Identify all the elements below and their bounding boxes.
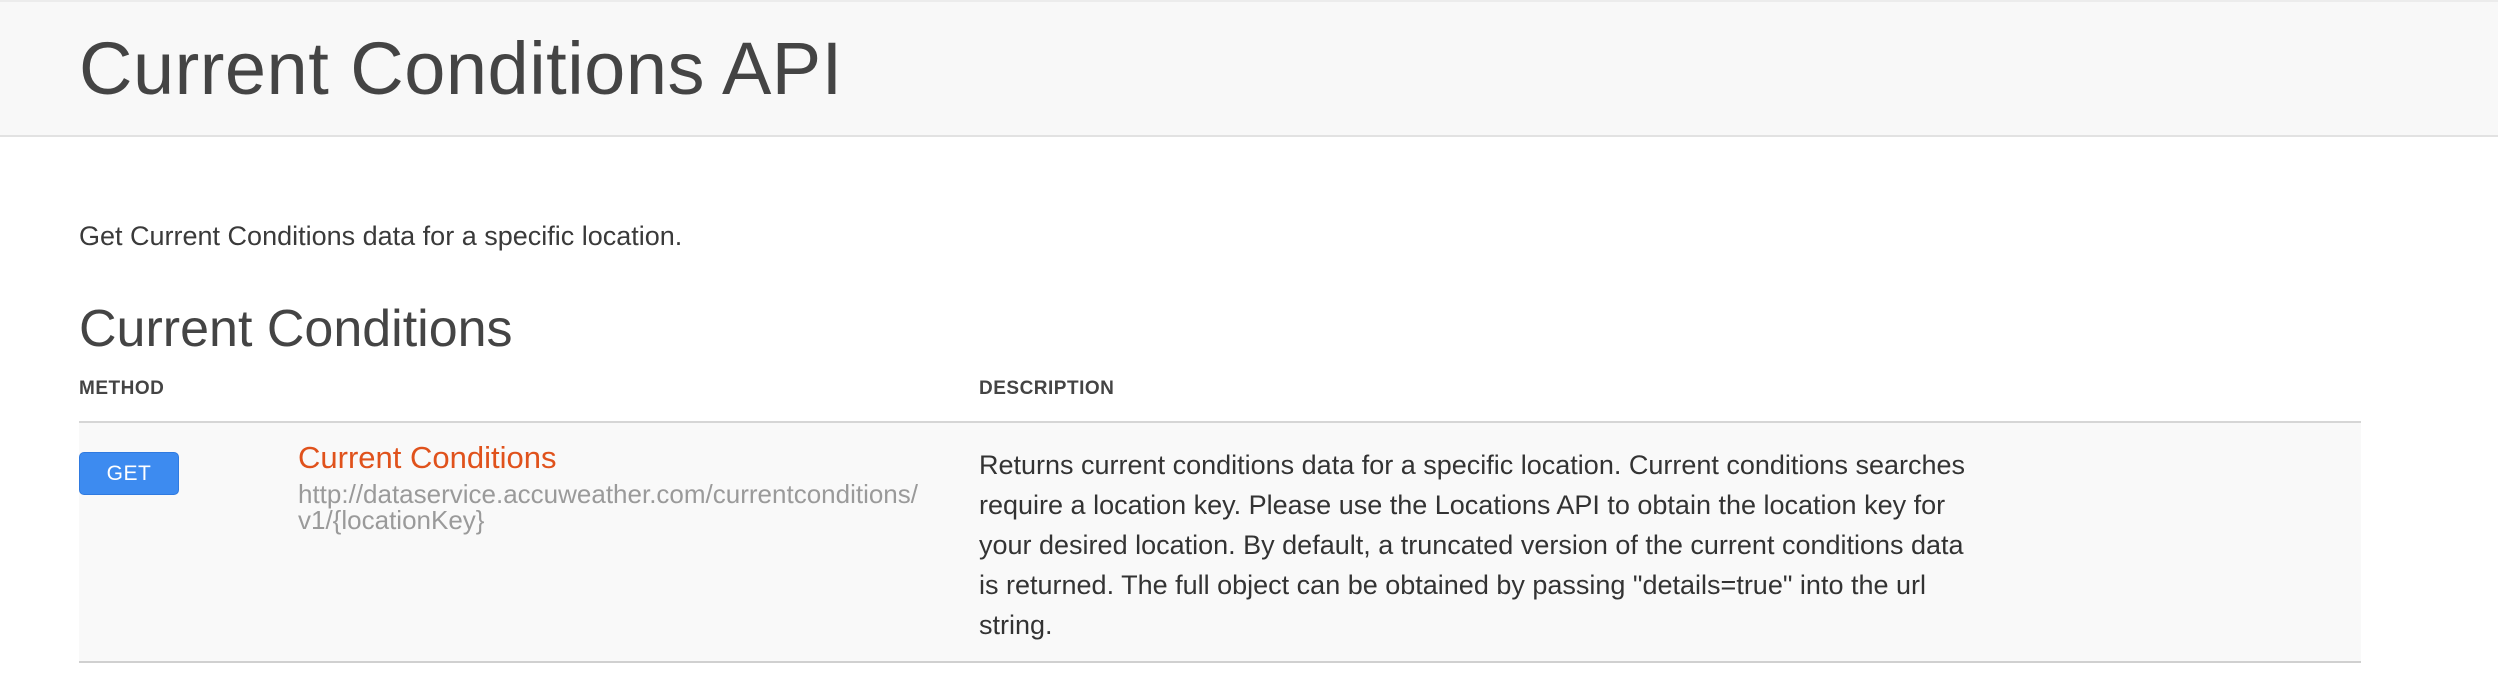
page-title: Current Conditions API <box>79 27 843 110</box>
intro-text: Get Current Conditions data for a specif… <box>79 221 683 251</box>
column-header-description: DESCRIPTION <box>979 378 1115 399</box>
endpoint-name-link[interactable]: Current Conditions <box>298 439 556 476</box>
endpoint-url: http://dataservice.accuweather.com/curre… <box>298 479 918 535</box>
table-row: GET Current Conditions http://dataservic… <box>79 423 2361 663</box>
page-header: Current Conditions API <box>0 0 2498 137</box>
endpoint-description: Returns current conditions data for a sp… <box>979 450 1966 640</box>
section-title: Current Conditions <box>79 300 513 358</box>
get-method-button[interactable]: GET <box>79 452 179 495</box>
column-header-method: METHOD <box>79 378 165 399</box>
